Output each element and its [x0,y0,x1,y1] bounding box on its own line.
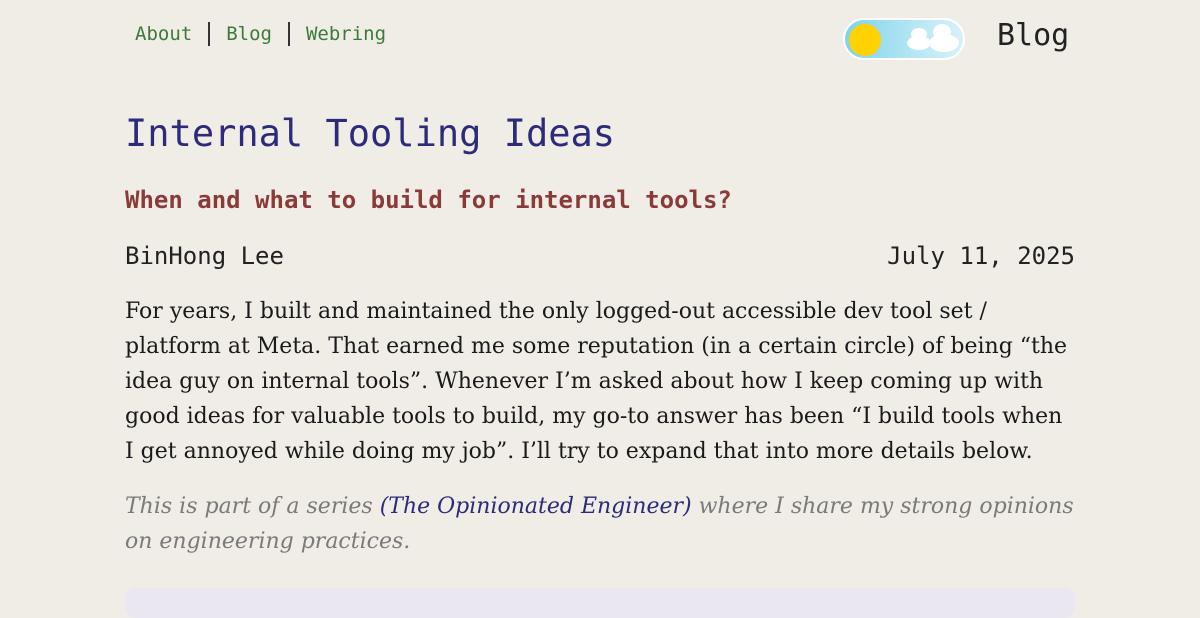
post-intro: For years, I built and maintained the on… [125,299,1068,464]
theme-toggle[interactable] [843,18,965,60]
post-date: July 11, 2025 [887,242,1075,270]
sun-icon [849,24,881,56]
post-title: Internal Tooling Ideas [125,112,616,155]
nav-link-blog[interactable]: Blog [226,23,272,45]
content-card [125,588,1075,618]
nav-link-about[interactable]: About [135,23,192,45]
post-subtitle: When and what to build for internal tool… [125,186,732,214]
top-nav: About Blog Webring [135,22,386,46]
site-title[interactable]: Blog [997,18,1069,53]
series-note: This is part of a series (The Opinionate… [125,489,1075,559]
nav-divider [208,22,211,46]
series-link[interactable]: (The Opinionated Engineer) [380,494,692,519]
nav-link-webring[interactable]: Webring [306,23,386,45]
series-note-prefix: This is part of a series [125,494,380,519]
post-author: BinHong Lee [125,242,284,270]
nav-divider [287,22,290,46]
